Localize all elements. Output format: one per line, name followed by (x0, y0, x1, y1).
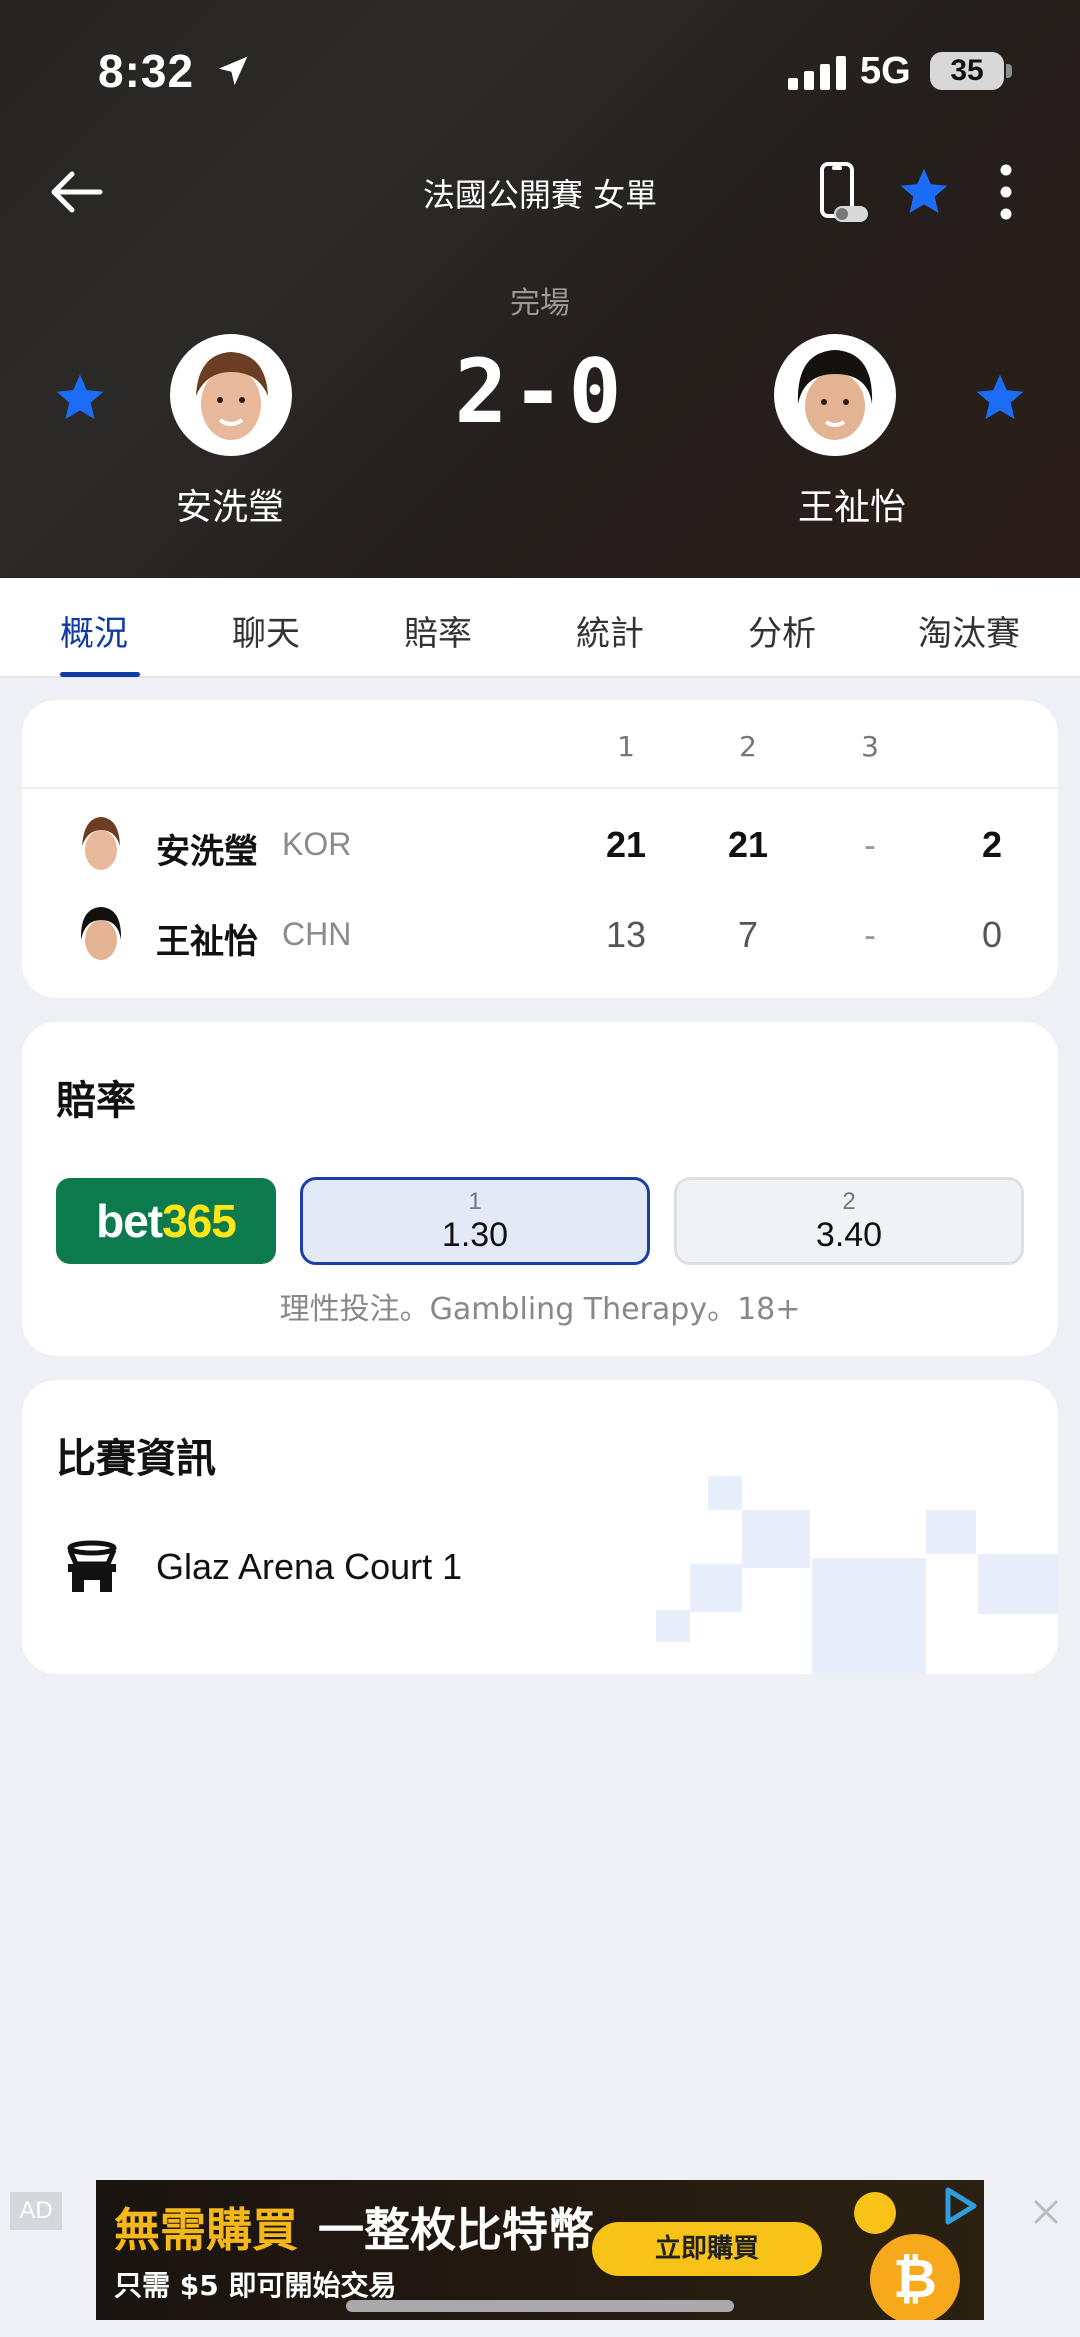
decor-pattern (978, 1554, 1058, 1614)
decor-pattern (656, 1610, 690, 1642)
match-info-title: 比賽資訊 (56, 1436, 216, 1482)
active-tab-indicator (60, 672, 140, 677)
ad-headline: 一整枚比特幣 (318, 2203, 594, 2257)
star-icon[interactable] (896, 164, 952, 220)
page-title: 法國公開賽 女單 (422, 176, 658, 214)
bookmaker-name-part1: bet (96, 1195, 163, 1247)
odds-option-2-label: 2 (842, 1188, 856, 1215)
odds-option-2-value: 3.40 (815, 1216, 883, 1254)
player2-set1-score: 13 (605, 914, 647, 955)
tab-bar: 概況 聊天 賠率 統計 分析 淘汰賽 (0, 578, 1080, 678)
set-header-1: 1 (617, 730, 635, 763)
set-header-2: 2 (739, 730, 757, 763)
decor-pattern (708, 1476, 742, 1510)
odds-option-1-value: 1.30 (441, 1216, 509, 1254)
battery-cap (1006, 64, 1012, 78)
status-time: 8:32 (98, 45, 195, 97)
match-score: 2-0 (454, 340, 626, 443)
player1-country: KOR (282, 826, 352, 862)
ad-banner[interactable]: 無需購買 一整枚比特幣 只需 $5 即可開始交易 立即購買 ₿ (96, 2180, 984, 2320)
player2-country: CHN (282, 916, 352, 952)
phone-icon[interactable] (816, 160, 872, 224)
tab-odds[interactable]: 賠率 (404, 606, 472, 655)
player2-set2-score: 7 (737, 914, 759, 955)
player1-avatar[interactable] (170, 334, 292, 456)
odds-title: 賠率 (56, 1078, 136, 1124)
player1-row-avatar (72, 812, 130, 876)
odds-option-1[interactable]: 1 1.30 (300, 1177, 650, 1265)
ad-cta-button[interactable]: 立即購買 (592, 2222, 822, 2276)
network-type: 5G (860, 50, 911, 92)
odds-option-1-label: 1 (468, 1188, 482, 1215)
player2-set3-score: - (864, 914, 876, 955)
home-indicator[interactable] (346, 2300, 734, 2312)
ad-tag: AD (10, 2192, 62, 2230)
venue-name: Glaz Arena Court 1 (156, 1546, 463, 1587)
player1-total: 2 (981, 824, 1003, 865)
signal-icon (788, 56, 846, 90)
decor-pattern (926, 1510, 976, 1554)
ad-headline-highlight: 無需購買 (114, 2203, 298, 2257)
tab-knockout[interactable]: 淘汰賽 (918, 606, 1020, 655)
more-icon[interactable] (988, 162, 1024, 222)
set-header-3: 3 (861, 730, 879, 763)
player2-name: 王祉怡 (797, 487, 906, 528)
decor-pattern (690, 1564, 742, 1612)
player1-set2-score: 21 (727, 824, 769, 865)
battery-icon: 35 (930, 52, 1004, 90)
player2-favorite-star-icon[interactable] (972, 370, 1028, 426)
player1-row-name: 安洗瑩 (156, 832, 258, 872)
decor-pattern (742, 1510, 810, 1568)
player1-set3-score: - (864, 824, 876, 865)
match-header: 8:32 5G 35 法國公開賽 女單 完場 安洗瑩 2-0 王祉怡 (0, 0, 1080, 578)
odds-option-2[interactable]: 2 3.40 (674, 1177, 1024, 1265)
ad-subtext: 只需 $5 即可開始交易 (114, 2269, 397, 2302)
close-icon[interactable] (1030, 2196, 1062, 2228)
tab-stats[interactable]: 統計 (576, 606, 644, 655)
tab-overview[interactable]: 概況 (60, 606, 128, 655)
bitcoin-coin-icon: ₿ (870, 2234, 960, 2320)
adchoices-icon[interactable] (940, 2186, 980, 2226)
tab-chat[interactable]: 聊天 (232, 606, 300, 655)
divider (22, 787, 1058, 789)
player2-avatar[interactable] (774, 334, 896, 456)
status-bar: 8:32 5G 35 (0, 0, 1080, 140)
back-arrow-icon[interactable] (44, 160, 108, 224)
player1-set1-score: 21 (605, 824, 647, 865)
bookmaker-name-part2: 365 (162, 1195, 237, 1247)
gambling-disclaimer[interactable]: 理性投注。Gambling Therapy。18+ (22, 1284, 1058, 1328)
decor-pattern (812, 1558, 926, 1674)
player2-row-avatar (72, 902, 130, 966)
stadium-icon (67, 1540, 117, 1592)
match-info-card (22, 1380, 1058, 1674)
player2-row-name: 王祉怡 (156, 922, 258, 962)
match-status: 完場 (510, 286, 570, 321)
tab-analysis[interactable]: 分析 (748, 606, 816, 655)
location-arrow-icon (218, 56, 248, 86)
ad-decor (854, 2192, 896, 2234)
player1-name: 安洗瑩 (175, 487, 284, 528)
player2-total: 0 (981, 914, 1003, 955)
bet365-logo[interactable]: bet365 (56, 1178, 276, 1264)
player1-favorite-star-icon[interactable] (52, 370, 108, 426)
